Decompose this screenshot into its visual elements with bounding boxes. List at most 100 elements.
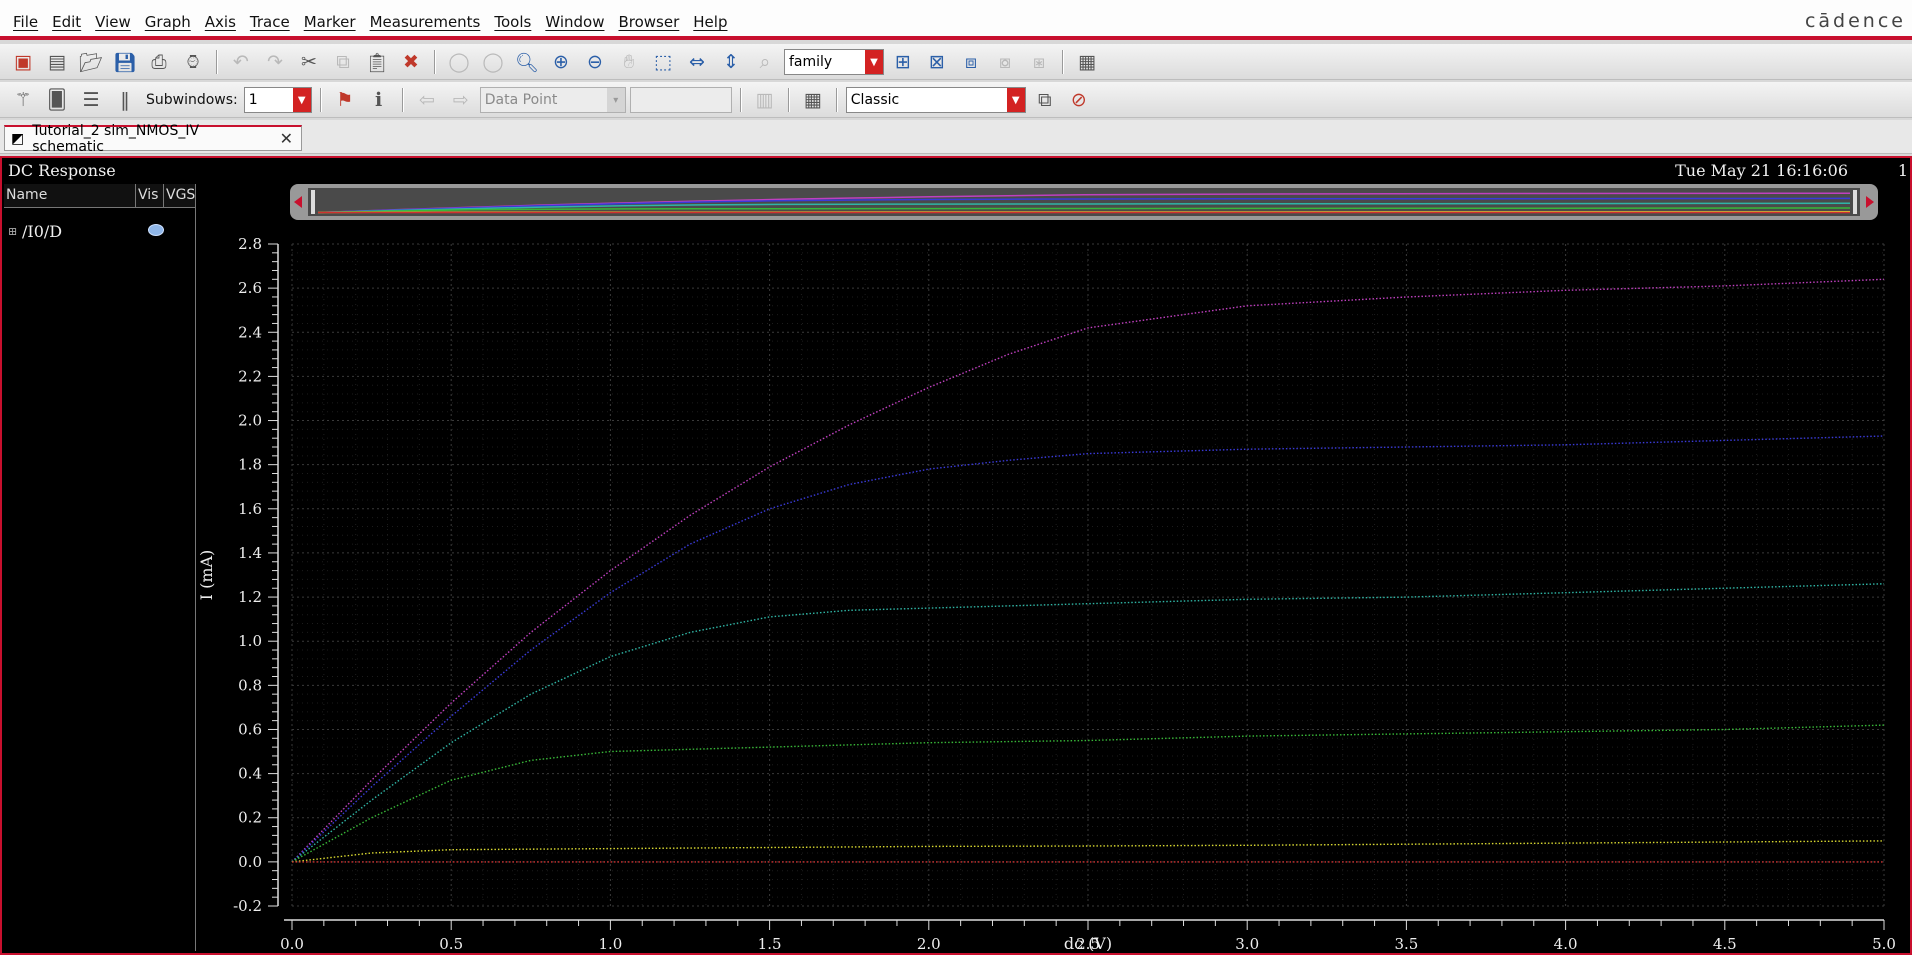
delete-icon[interactable]: ✖: [396, 48, 426, 76]
zoom-box-icon[interactable]: ⬚: [648, 48, 678, 76]
window-close-settings-icon[interactable]: ⊘: [1064, 86, 1094, 114]
y-tick-label: 1.0: [238, 632, 262, 650]
zoom-y-icon[interactable]: ⇕: [716, 48, 746, 76]
tab-strip: ◩ Tutorial_2 sim_NMOS_IV schematic ✕: [0, 120, 1912, 155]
cards-icon[interactable]: 🂠: [42, 86, 72, 114]
toolbar-separator: [1062, 50, 1064, 74]
stack-icon[interactable]: ⊠: [922, 48, 952, 76]
eye-icon[interactable]: [148, 224, 164, 236]
y-tick-label: 2.2: [238, 367, 262, 385]
menu-measurements[interactable]: Measurements: [363, 12, 488, 32]
y-tick-label: 1.8: [238, 456, 262, 474]
waveform-window: File Edit View Graph Axis Trace Marker M…: [0, 0, 1912, 955]
menu-edit[interactable]: Edit: [45, 12, 88, 32]
trace-browser: Name Vis VGS ⊞ /I0/D: [4, 184, 196, 951]
x-tick-label: 1.5: [758, 935, 782, 951]
graph-subwindow: DC Response Tue May 21 16:16:06 1 Name V…: [0, 156, 1912, 955]
zoom-x-icon[interactable]: ⇔: [682, 48, 712, 76]
overview-scrollbar[interactable]: [290, 184, 1878, 220]
strip-icon[interactable]: ⧇: [990, 48, 1020, 76]
magic-wand-icon[interactable]: ⚚: [8, 86, 38, 114]
family-select-value: family: [789, 54, 833, 70]
menu-marker[interactable]: Marker: [297, 12, 363, 32]
x-tick-label: 3.5: [1394, 935, 1418, 951]
timestamp: Tue May 21 16:16:06: [1675, 161, 1848, 180]
column-vgs[interactable]: VGS: [164, 184, 195, 207]
save-icon[interactable]: 💾︎: [110, 48, 140, 76]
style-select[interactable]: Classic ▼: [845, 87, 1026, 113]
schematic-icon: ◩: [11, 130, 25, 147]
calculator-icon[interactable]: ▦: [798, 86, 828, 114]
menu-trace[interactable]: Trace: [243, 12, 297, 32]
dc-response-chart[interactable]: 0.0 0.5 1.0 1.5 2.0 2.5 3.0 3.5 4.0 4.5 5.0-0.20.0…: [198, 184, 1908, 951]
cadence-logo: cādence: [1804, 10, 1906, 32]
overview-left-handle[interactable]: [311, 190, 315, 214]
horizontal-split-icon[interactable]: ☰: [76, 86, 106, 114]
trace-row[interactable]: ⊞ /I0/D: [8, 222, 188, 242]
zoom-fit-icon[interactable]: 🔍︎: [512, 48, 542, 76]
split-all-icon[interactable]: ⊞: [888, 48, 918, 76]
menu-list: File Edit View Graph Axis Trace Marker M…: [6, 12, 734, 32]
cut-icon[interactable]: ✂: [294, 48, 324, 76]
secondary-toolbar: ⚚ 🂠 ☰ ‖ Subwindows: 1 ▼ ⚑ ℹ ⇦ ⇨ Data Poi…: [0, 82, 1912, 118]
pan-icon[interactable]: ✋︎: [614, 48, 644, 76]
column-vis[interactable]: Vis: [136, 184, 164, 207]
menu-view[interactable]: View: [88, 12, 138, 32]
family-select[interactable]: family ▼: [784, 49, 884, 75]
x-axis-label: dc (V): [1064, 934, 1112, 951]
data-point-select[interactable]: Data Point ▾: [479, 87, 626, 113]
chevron-down-icon: ▾: [606, 88, 625, 112]
window-settings-icon[interactable]: ⧉: [1030, 86, 1060, 114]
tab-tutorial-schematic[interactable]: ◩ Tutorial_2 sim_NMOS_IV schematic ✕: [4, 123, 302, 155]
overlay-icon[interactable]: ⧈: [956, 48, 986, 76]
menu-window[interactable]: Window: [538, 12, 611, 32]
x-tick-label: 1.0: [598, 935, 622, 951]
graph-title: DC Response: [8, 161, 116, 180]
vertical-split-icon[interactable]: ‖: [110, 86, 140, 114]
y-tick-label: 2.0: [238, 412, 262, 430]
unstrip-icon[interactable]: ⧆: [1024, 48, 1054, 76]
zoom-prev-icon[interactable]: ◯: [444, 48, 474, 76]
redo-icon[interactable]: ↷: [260, 48, 290, 76]
overview-right-handle[interactable]: [1853, 190, 1857, 214]
new-window-icon[interactable]: ▤: [42, 48, 72, 76]
data-point-value: Data Point: [484, 92, 558, 108]
paste-icon[interactable]: 📋︎: [362, 48, 392, 76]
y-tick-label: 0.6: [238, 720, 262, 738]
undo-icon[interactable]: ↶: [226, 48, 256, 76]
menu-help[interactable]: Help: [686, 12, 734, 32]
zoom-next-icon[interactable]: ◯: [478, 48, 508, 76]
data-point-field[interactable]: [629, 87, 732, 113]
print-icon[interactable]: ⎙: [144, 48, 174, 76]
zoom-in-icon[interactable]: ⊕: [546, 48, 576, 76]
menu-file[interactable]: File: [6, 12, 45, 32]
open-folder-icon[interactable]: 📂︎: [76, 48, 106, 76]
copy-icon[interactable]: ⧉: [328, 48, 358, 76]
column-name[interactable]: Name: [4, 184, 136, 207]
waveform-window-icon[interactable]: ▣: [8, 48, 38, 76]
arrow-left-icon[interactable]: ⇦: [412, 86, 442, 114]
chevron-down-icon: ▼: [292, 88, 311, 112]
expand-icon[interactable]: ⊞: [8, 225, 17, 238]
subwindows-label: Subwindows:: [146, 92, 238, 108]
snapshot-icon[interactable]: ⌚︎: [178, 48, 208, 76]
menu-graph[interactable]: Graph: [138, 12, 198, 32]
y-tick-label: 2.8: [238, 235, 262, 253]
x-tick-label: 5.0: [1872, 935, 1896, 951]
flag-icon[interactable]: ⚑: [330, 86, 360, 114]
trace-browser-header: Name Vis VGS: [4, 184, 195, 208]
zoom-reset-icon[interactable]: ⌕: [750, 48, 780, 76]
menu-axis[interactable]: Axis: [198, 12, 243, 32]
style-select-value: Classic: [850, 92, 900, 108]
subwindows-select[interactable]: 1 ▼: [243, 87, 312, 113]
close-icon[interactable]: ✕: [280, 129, 293, 148]
arrow-right-icon[interactable]: ⇨: [446, 86, 476, 114]
grid-icon[interactable]: ▦: [1072, 48, 1102, 76]
y-tick-label: -0.2: [233, 897, 262, 915]
bar-chart-icon[interactable]: ▥: [750, 86, 780, 114]
toolbar-separator: [319, 88, 322, 112]
info-icon[interactable]: ℹ: [364, 86, 394, 114]
menu-browser[interactable]: Browser: [611, 12, 686, 32]
menu-tools[interactable]: Tools: [487, 12, 538, 32]
zoom-out-icon[interactable]: ⊖: [580, 48, 610, 76]
